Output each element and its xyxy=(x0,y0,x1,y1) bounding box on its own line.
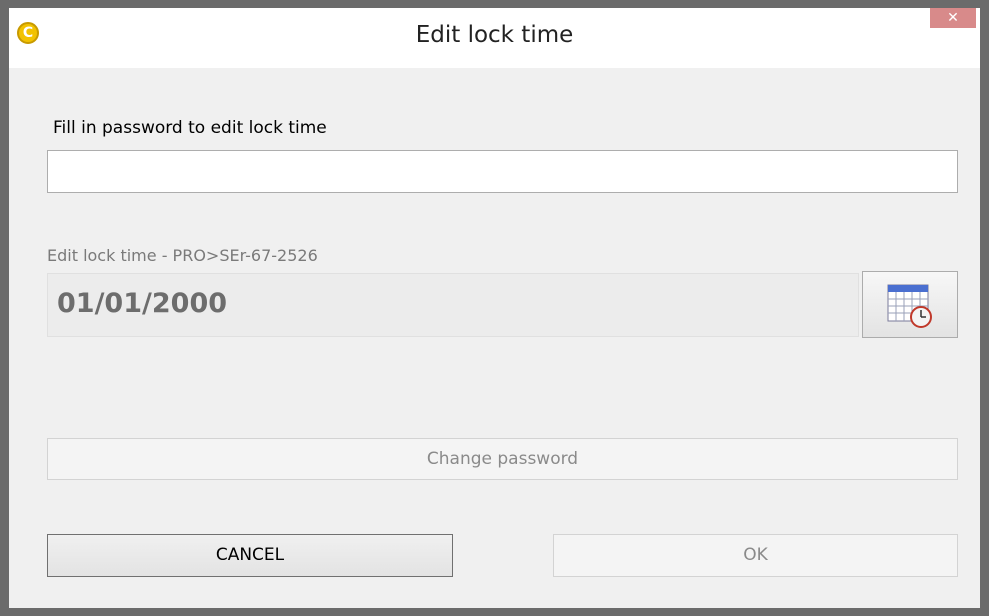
close-button[interactable]: ✕ xyxy=(930,8,976,28)
password-label: Fill in password to edit lock time xyxy=(53,118,327,138)
lock-date-value: 01/01/2000 xyxy=(57,288,228,319)
edit-lock-time-dialog: C Edit lock time ✕ Fill in password to e… xyxy=(0,0,989,616)
lock-time-label: Edit lock time - PRO>SEr-67-2526 xyxy=(47,246,318,265)
ok-button[interactable]: OK xyxy=(553,534,958,577)
calendar-clock-icon xyxy=(887,284,932,328)
dialog-content xyxy=(9,68,980,608)
calendar-button[interactable] xyxy=(862,271,958,338)
window-frame-right xyxy=(980,0,989,616)
window-title: Edit lock time xyxy=(415,22,574,48)
cancel-button[interactable]: CANCEL xyxy=(47,534,453,577)
window-frame-top xyxy=(0,0,989,8)
password-input[interactable] xyxy=(47,150,958,193)
window-frame-left xyxy=(0,0,9,616)
window-frame-bottom xyxy=(0,608,989,616)
change-password-button[interactable]: Change password xyxy=(47,438,958,480)
